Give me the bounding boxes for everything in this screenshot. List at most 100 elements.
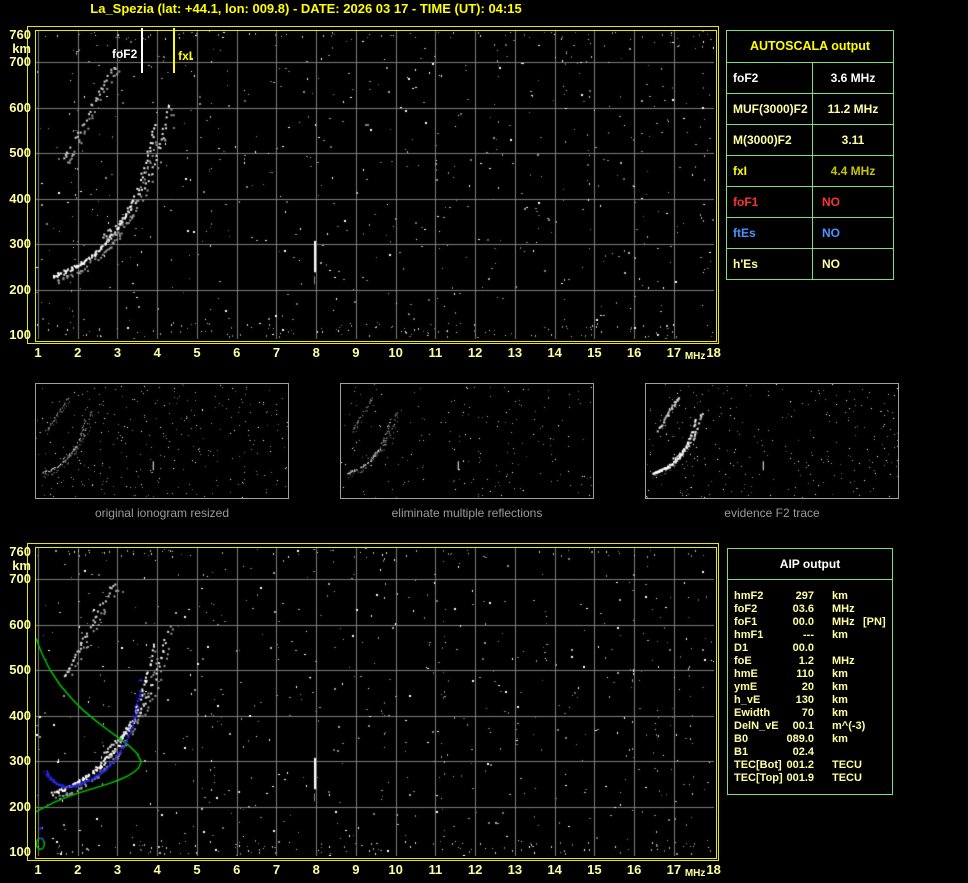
aip-row-h_vE: h_vE 130 km bbox=[728, 694, 892, 707]
x-tick-label: 1 bbox=[34, 345, 42, 360]
aip-param-note: [PN] bbox=[863, 616, 886, 628]
x-tick-label: 17 bbox=[666, 862, 682, 877]
thumbnail-evidence-f2-trace bbox=[645, 383, 899, 499]
foF2-marker-line bbox=[141, 28, 143, 73]
fxI-marker-label: fxI bbox=[178, 49, 193, 63]
bottom-ionogram-canvas bbox=[36, 548, 714, 856]
x-tick-label: 10 bbox=[388, 862, 403, 877]
autoscala-param-value: NO bbox=[822, 226, 840, 240]
aip-param-unit: km bbox=[832, 590, 848, 602]
aip-row-D1: D1 00.0 bbox=[728, 642, 892, 655]
x-tick-label: 18 bbox=[706, 345, 721, 360]
fxI-marker-line bbox=[173, 28, 175, 73]
aip-row-ymE: ymE 20 km bbox=[728, 681, 892, 694]
aip-param-value: 1.2 bbox=[798, 655, 814, 667]
aip-param-value: 00.0 bbox=[792, 616, 814, 628]
autoscala-param-label: MUF(3000)F2 bbox=[727, 94, 813, 124]
aip-param-value: 110 bbox=[796, 668, 814, 680]
aip-row-DelN_vE: DelN_vE 00.1 m^(-3) bbox=[728, 720, 892, 733]
aip-row-foE: foE 1.2 MHz bbox=[728, 655, 892, 668]
aip-param-unit: MHz bbox=[832, 603, 855, 615]
aip-param-name: hmE bbox=[734, 668, 758, 680]
y-tick-label: 600 bbox=[9, 99, 31, 115]
x-tick-label: 5 bbox=[193, 345, 201, 360]
autoscala-param-value: 4.4 MHz bbox=[830, 164, 876, 178]
autoscala-row-ftEs: ftEs NO bbox=[727, 217, 893, 248]
aip-row-B0: B0 089.0 km bbox=[728, 733, 892, 746]
aip-param-unit: km bbox=[832, 707, 848, 719]
aip-row-foF1: foF1 00.0 MHz [PN] bbox=[728, 616, 892, 629]
autoscala-row-MUF(3000)F2: MUF(3000)F2 11.2 MHz bbox=[727, 93, 893, 124]
aip-param-value: 02.4 bbox=[792, 746, 814, 758]
x-tick-label: 7 bbox=[272, 345, 281, 360]
aip-row-Ewidth: Ewidth 70 km bbox=[728, 707, 892, 720]
aip-param-unit: km bbox=[832, 668, 848, 680]
aip-param-name: foF2 bbox=[734, 603, 758, 615]
thumbnail-original-ionogram bbox=[35, 383, 289, 499]
autoscala-param-value: 3.6 MHz bbox=[830, 71, 876, 85]
x-tick-label: 15 bbox=[587, 345, 602, 360]
x-tick-label: 18 bbox=[706, 862, 721, 877]
autoscala-param-label: foF2 bbox=[727, 63, 813, 93]
autoscala-param-value: NO bbox=[822, 257, 840, 271]
autoscala-table-title: AUTOSCALA output bbox=[749, 39, 871, 53]
thumbnail-canvas bbox=[36, 384, 288, 498]
foF2-marker-label: foF2 bbox=[111, 47, 138, 61]
bottom-ionogram-plot-frame bbox=[35, 547, 717, 859]
x-tick-label: 9 bbox=[352, 862, 360, 877]
y-tick-label: 500 bbox=[9, 662, 31, 678]
aip-row-hmF2: hmF2 297 km bbox=[728, 590, 892, 603]
aip-param-unit: km bbox=[832, 629, 848, 641]
x-tick-label: 1 bbox=[34, 862, 42, 877]
autoscala-param-value: 11.2 MHz bbox=[827, 102, 879, 116]
aip-param-name: foF1 bbox=[734, 616, 758, 628]
autoscala-param-label: ftEs bbox=[727, 218, 813, 248]
y-tick-label: 100 bbox=[9, 327, 31, 342]
autoscala-output-table: AUTOSCALA output foF2 3.6 MHz MUF(3000)F2 1… bbox=[726, 30, 894, 280]
autoscala-row-h'Es: h'Es NO bbox=[727, 248, 893, 279]
aip-param-name: Ewidth bbox=[734, 707, 771, 719]
autoscala-row-foF1: foF1 NO bbox=[727, 186, 893, 217]
x-tick-label: 3 bbox=[113, 345, 122, 360]
aip-param-value: --- bbox=[803, 629, 814, 641]
aip-param-name: foE bbox=[734, 655, 752, 667]
aip-param-value: 03.6 bbox=[792, 603, 814, 615]
aip-param-name: ymE bbox=[734, 681, 758, 693]
x-tick-label: 3 bbox=[113, 862, 122, 877]
x-tick-label: 13 bbox=[507, 862, 523, 877]
y-tick-label: 200 bbox=[9, 281, 31, 297]
y-tick-label: 400 bbox=[9, 707, 31, 723]
aip-row-TEC[Top]: TEC[Top] 001.9 TECU bbox=[728, 772, 892, 785]
x-tick-label: 7 bbox=[272, 862, 281, 877]
aip-param-unit: km bbox=[832, 733, 848, 745]
autoscala-param-value: 3.11 bbox=[841, 133, 865, 147]
y-tick-label: 300 bbox=[9, 753, 31, 769]
aip-output-table: AIP output hmF2 297 km foF2 03.6 MHz foF1 00.0 M… bbox=[727, 548, 893, 795]
x-tick-label: 15 bbox=[587, 862, 602, 877]
autoscala-param-label: fxI bbox=[727, 156, 813, 186]
aip-row-hmF1: hmF1 --- km bbox=[728, 629, 892, 642]
x-tick-label: 8 bbox=[312, 345, 320, 360]
aip-row-TEC[Bot]: TEC[Bot] 001.2 TECU bbox=[728, 759, 892, 772]
y-tick-label: 300 bbox=[9, 236, 31, 252]
x-tick-label: 2 bbox=[74, 862, 82, 877]
ionogram-app: { "header": { "title": "La_Spezia (lat: … bbox=[0, 0, 968, 883]
thumbnail-caption: original ionogram resized bbox=[94, 506, 230, 520]
x-tick-label: 12 bbox=[467, 862, 483, 877]
x-tick-label: 4 bbox=[153, 345, 161, 360]
x-tick-label: 13 bbox=[507, 345, 523, 360]
y-tick-label: 500 bbox=[9, 145, 31, 161]
x-tick-label: 14 bbox=[547, 862, 562, 877]
x-tick-label: 16 bbox=[626, 862, 642, 877]
top-plot-scaling-markers: foF2 fxI bbox=[0, 0, 740, 90]
aip-param-value: 001.2 bbox=[786, 759, 814, 771]
aip-param-value: 00.1 bbox=[792, 720, 814, 732]
aip-param-value: 001.9 bbox=[786, 772, 814, 784]
aip-param-name: hmF2 bbox=[734, 590, 764, 602]
aip-param-value: 20 bbox=[801, 681, 814, 693]
y-tick-label: 100 bbox=[9, 844, 31, 859]
x-axis-unit-label: MHz bbox=[684, 351, 706, 362]
bottom-plot-x-axis: 1 2 3 4 5 6 7 8 9 10 11 12 13 14 15 16 17 18 MHz bbox=[0, 861, 740, 881]
x-tick-label: 9 bbox=[352, 345, 360, 360]
aip-param-name: D1 bbox=[734, 642, 749, 654]
